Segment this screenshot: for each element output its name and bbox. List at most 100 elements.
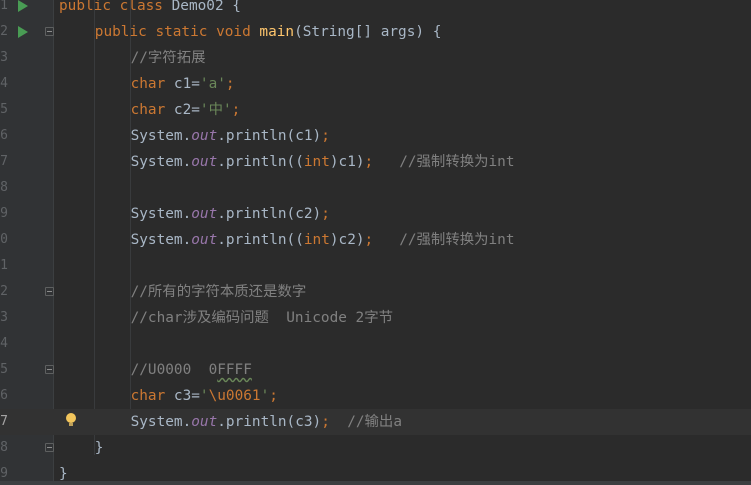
code-token: //输出a xyxy=(347,414,402,430)
code-text: //字符拓展 xyxy=(131,45,206,71)
code-token: ; xyxy=(225,76,235,92)
code-token: System. xyxy=(130,232,192,248)
code-line[interactable]: 9 System.out.println(c2); xyxy=(0,201,751,227)
line-number[interactable]: 1 xyxy=(0,0,8,19)
line-number[interactable]: 13 xyxy=(0,305,8,331)
code-text: System.out.println(c1); xyxy=(131,123,330,149)
code-token: c3= xyxy=(173,388,200,404)
line-number[interactable]: 17 xyxy=(0,409,8,435)
code-token: public static void xyxy=(94,24,260,40)
code-token: '中' xyxy=(199,102,232,118)
fold-icon[interactable] xyxy=(45,27,54,36)
line-number[interactable]: 2 xyxy=(0,19,8,45)
code-token: ; xyxy=(269,388,278,404)
code-token: .println(c1) xyxy=(217,128,322,144)
fold-icon[interactable] xyxy=(45,365,54,374)
line-number[interactable]: 15 xyxy=(0,357,8,383)
code-token: System. xyxy=(130,128,192,144)
code-text: System.out.println(c3); //输出a xyxy=(131,409,402,435)
line-number[interactable]: 3 xyxy=(0,45,8,71)
fold-icon[interactable] xyxy=(45,443,54,452)
run-icon[interactable] xyxy=(18,0,28,12)
code-token: //强制转换为int xyxy=(399,232,515,248)
code-text: //U0000 0FFFF xyxy=(131,357,252,383)
code-line[interactable]: 18} xyxy=(0,435,751,461)
line-number[interactable]: 7 xyxy=(0,149,8,175)
code-token: ' xyxy=(199,388,209,404)
code-token: ; xyxy=(321,128,330,144)
code-token: .println(c2) xyxy=(217,206,322,222)
code-text: public static void main(String[] args) { xyxy=(95,19,442,45)
code-token: 'a' xyxy=(199,76,226,92)
code-line[interactable]: 11 xyxy=(0,253,751,279)
code-token: )c2) xyxy=(329,232,365,248)
code-line[interactable]: 6 System.out.println(c1); xyxy=(0,123,751,149)
code-text: char c3='\u0061'; xyxy=(131,383,278,409)
code-token: out xyxy=(191,128,218,144)
code-line[interactable]: 16 char c3='\u0061'; xyxy=(0,383,751,409)
line-number[interactable]: 16 xyxy=(0,383,8,409)
line-number[interactable]: 6 xyxy=(0,123,8,149)
code-line[interactable]: 13 //char涉及编码问题 Unicode 2字节 xyxy=(0,305,751,331)
code-token: System. xyxy=(130,154,192,170)
code-token: ; xyxy=(231,102,241,118)
code-token: int xyxy=(303,232,330,248)
code-token: System. xyxy=(130,414,192,430)
fold-icon[interactable] xyxy=(45,287,54,296)
code-line[interactable]: 12 //所有的字符本质还是数字 xyxy=(0,279,751,305)
code-line[interactable]: 10 System.out.println((int)c2); //强制转换为in… xyxy=(0,227,751,253)
line-number[interactable]: 9 xyxy=(0,201,8,227)
run-icon[interactable] xyxy=(18,26,28,38)
line-number[interactable]: 10 xyxy=(0,227,8,253)
code-token: out xyxy=(191,232,218,248)
code-token: ' xyxy=(260,388,270,404)
code-line[interactable]: 17 System.out.println(c3); //输出a xyxy=(0,409,751,435)
code-token: \u0061 xyxy=(208,388,261,404)
code-token: .println(c3) xyxy=(217,414,322,430)
line-number[interactable]: 5 xyxy=(0,97,8,123)
editor-bottom-edge xyxy=(0,481,751,485)
line-number[interactable]: 4 xyxy=(0,71,8,97)
code-token: int xyxy=(303,154,330,170)
code-editor[interactable]: 1 public class Demo02 {2 public static voi… xyxy=(0,0,751,485)
code-token: .println(( xyxy=(217,154,304,170)
line-number[interactable]: 12 xyxy=(0,279,8,305)
line-number[interactable]: 8 xyxy=(0,175,8,201)
code-text: //所有的字符本质还是数字 xyxy=(131,279,307,305)
code-token: //所有的字符本质还是数字 xyxy=(130,284,307,300)
code-line[interactable]: 14 xyxy=(0,331,751,357)
code-line[interactable]: 3 //字符拓展 xyxy=(0,45,751,71)
line-number[interactable]: 18 xyxy=(0,435,8,461)
code-line[interactable]: 2 public static void main(String[] args) … xyxy=(0,19,751,45)
code-text: char c2='中'; xyxy=(131,97,241,123)
code-line[interactable]: 7 System.out.println((int)c1); //强制转换为int xyxy=(0,149,751,175)
code-token: c2= xyxy=(173,102,200,118)
lightbulb-icon[interactable] xyxy=(66,413,76,426)
code-token: //字符拓展 xyxy=(130,50,206,66)
code-text: System.out.println((int)c1); //强制转换为int xyxy=(131,149,515,175)
code-token: char xyxy=(130,76,174,92)
code-token: main xyxy=(259,24,295,40)
code-token: ; xyxy=(321,414,330,430)
code-token: out xyxy=(191,154,218,170)
code-token: FFFF xyxy=(217,362,252,378)
code-line[interactable]: 5 char c2='中'; xyxy=(0,97,751,123)
code-line[interactable]: 4 char c1='a'; xyxy=(0,71,751,97)
code-line[interactable]: 8 xyxy=(0,175,751,201)
code-token: //U0000 0 xyxy=(130,362,218,378)
code-line[interactable]: 1 public class Demo02 { xyxy=(0,0,751,19)
code-token: public class xyxy=(59,0,172,14)
line-number[interactable]: 14 xyxy=(0,331,8,357)
code-token: System. xyxy=(130,206,192,222)
code-token: } xyxy=(59,466,68,482)
line-number[interactable]: 11 xyxy=(0,253,8,279)
code-text: //char涉及编码问题 Unicode 2字节 xyxy=(131,305,393,331)
code-line[interactable]: 15 //U0000 0FFFF xyxy=(0,357,751,383)
code-token: ; xyxy=(364,232,374,248)
code-text: char c1='a'; xyxy=(131,71,235,97)
code-token: out xyxy=(191,206,218,222)
code-token: .println(( xyxy=(217,232,304,248)
code-token: //char涉及编码问题 Unicode 2字节 xyxy=(130,310,394,326)
